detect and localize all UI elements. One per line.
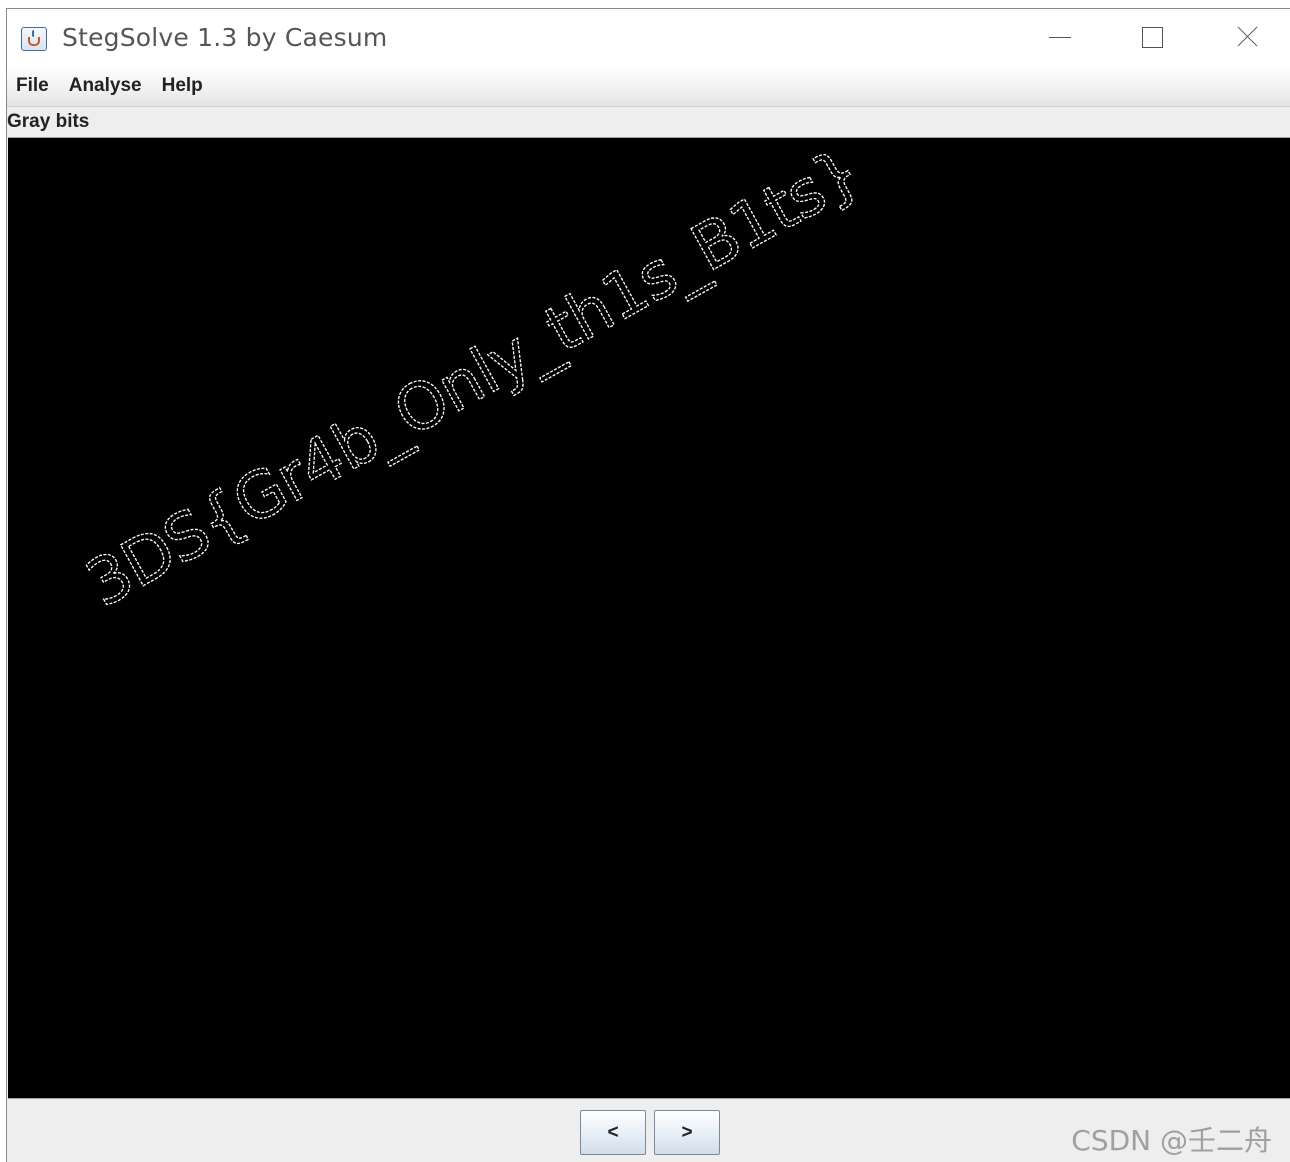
hidden-flag-image: 3DS{Gr4b_Only_th1s_B1ts}: [74, 138, 873, 623]
java-cup-icon: [21, 27, 47, 51]
menu-analyse[interactable]: Analyse: [59, 75, 152, 97]
previous-plane-button[interactable]: <: [580, 1110, 646, 1155]
flag-text: 3DS{Gr4b_Only_th1s_B1ts}: [75, 138, 872, 622]
close-icon[interactable]: [1225, 21, 1265, 53]
minimize-icon[interactable]: [1041, 21, 1081, 53]
next-plane-button[interactable]: >: [654, 1110, 720, 1155]
title-bar[interactable]: StegSolve 1.3 by Caesum: [7, 9, 1290, 65]
window-title: StegSolve 1.3 by Caesum: [62, 23, 388, 52]
plane-mode-label: Gray bits: [7, 111, 90, 132]
menu-file[interactable]: File: [7, 75, 59, 97]
bottom-bar: < > CSDN @壬二舟: [7, 1101, 1290, 1162]
watermark-text: CSDN @壬二舟: [1071, 1124, 1272, 1157]
maximize-icon[interactable]: [1133, 21, 1173, 53]
stegsolve-window: StegSolve 1.3 by Caesum File Analyse Hel…: [6, 8, 1290, 1162]
menu-help[interactable]: Help: [152, 75, 213, 97]
image-view: 3DS{Gr4b_Only_th1s_B1ts}: [8, 137, 1290, 1099]
menu-bar: File Analyse Help: [7, 65, 1290, 107]
